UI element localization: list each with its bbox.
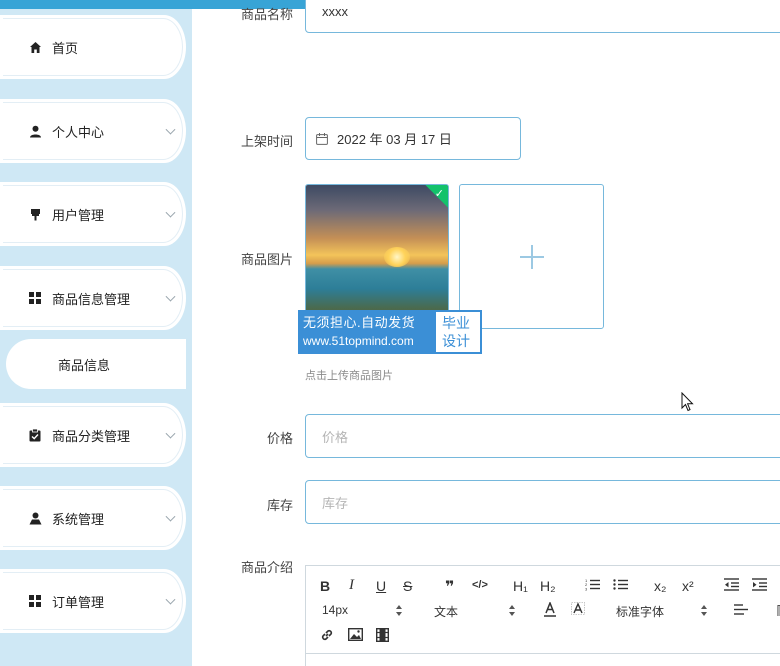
stock-placeholder: 库存 (322, 495, 349, 511)
strikethrough-button[interactable]: S (403, 578, 412, 594)
bold-button[interactable]: B (320, 578, 330, 594)
font-size-arrows-icon (396, 605, 402, 616)
home-icon (28, 40, 42, 54)
sidebar-item-personal-center[interactable]: 个人中心 (0, 99, 186, 163)
user-manage-icon (28, 207, 42, 221)
plus-icon (519, 244, 544, 269)
superscript-button[interactable]: x² (682, 578, 694, 594)
italic-button[interactable]: I (349, 577, 354, 594)
listing-time-value: 2022 年 03 月 17 日 (337, 132, 452, 147)
sidebar-item-category-management[interactable]: 商品分类管理 (0, 403, 186, 467)
font-size-select[interactable]: 14px (322, 603, 348, 617)
product-name-input[interactable]: xxxx (305, 0, 780, 33)
sidebar-item-label: 商品分类管理 (52, 428, 131, 444)
clipboard-icon (28, 428, 42, 442)
product-name-value: xxxx (322, 4, 348, 19)
uploaded-product-image[interactable]: ✓ (305, 184, 449, 326)
sidebar-item-label: 商品信息管理 (52, 291, 131, 307)
sidebar-item-label: 用户管理 (52, 207, 105, 223)
sidebar-item-label: 个人中心 (52, 124, 105, 140)
font-color-icon[interactable] (544, 602, 556, 617)
subscript-button[interactable]: x₂ (654, 578, 666, 594)
chevron-down-icon (165, 428, 176, 439)
image-icon[interactable] (348, 628, 363, 641)
chevron-down-icon (165, 124, 176, 135)
product-name-label: 商品名称 (240, 7, 293, 22)
font-family-select[interactable]: 标准字体 (616, 603, 664, 620)
text-direction-icon[interactable]: ⁋ (776, 603, 780, 619)
check-icon: ✓ (434, 188, 444, 200)
upload-tip: 点击上传商品图片 (305, 370, 393, 382)
listing-time-picker[interactable]: 2022 年 03 月 17 日 (305, 117, 521, 160)
image-upload-button[interactable] (459, 184, 604, 329)
background-color-icon[interactable] (571, 602, 585, 617)
calendar-icon (316, 132, 328, 145)
sunset-glow (384, 247, 410, 267)
block-type-select[interactable]: 文本 (434, 603, 458, 620)
stock-label: 库存 (266, 498, 293, 513)
person-icon (28, 511, 42, 525)
bullet-list-icon[interactable] (613, 578, 628, 591)
sidebar-item-home[interactable]: 首页 (0, 15, 186, 79)
chevron-down-icon (165, 291, 176, 302)
chevron-down-icon (165, 511, 176, 522)
sidebar-item-label: 订单管理 (52, 594, 105, 610)
svg-text:3: 3 (585, 587, 588, 592)
price-placeholder: 价格 (322, 429, 349, 445)
grid-icon (28, 291, 42, 305)
blockquote-icon[interactable]: ❞ (445, 577, 454, 597)
heading2-button[interactable]: H₂ (540, 578, 556, 594)
product-image-label: 商品图片 (240, 252, 293, 267)
sidebar-item-label: 首页 (52, 40, 79, 56)
video-icon[interactable] (376, 628, 389, 642)
mouse-cursor-icon (681, 391, 694, 415)
outdent-icon[interactable] (724, 578, 739, 591)
chevron-down-icon (165, 207, 176, 218)
sidebar-subitem-label: 商品信息 (58, 357, 111, 373)
watermark: 无须担心.自动发货 www.51topmind.com 毕业 设计 (298, 310, 482, 354)
code-block-icon[interactable]: </> (472, 579, 488, 591)
price-input[interactable]: 价格 (305, 414, 780, 458)
watermark-line2: www.51topmind.com (303, 334, 414, 348)
heading1-button[interactable]: H₁ (513, 578, 528, 594)
watermark-line1: 无须担心.自动发货 (303, 315, 416, 330)
align-left-icon[interactable] (734, 604, 748, 615)
rich-text-editor[interactable]: B I U S ❞ </> H₁ H₂ 123 x₂ x² 14px 文本 标准… (305, 565, 780, 666)
sidebar-item-system-management[interactable]: 系统管理 (0, 486, 186, 550)
grid-icon (28, 594, 42, 608)
chevron-down-icon (165, 594, 176, 605)
font-family-arrows-icon (701, 605, 707, 616)
editor-toolbar-divider (306, 653, 780, 654)
link-icon[interactable] (320, 628, 334, 642)
product-intro-label: 商品介绍 (240, 560, 293, 575)
watermark-badge-line1: 毕业 (442, 315, 470, 331)
sidebar-subitem-product-info[interactable]: 商品信息 (6, 339, 186, 389)
block-type-arrows-icon (509, 605, 515, 616)
price-label: 价格 (266, 431, 293, 446)
sidebar-item-user-management[interactable]: 用户管理 (0, 182, 186, 246)
listing-time-label: 上架时间 (240, 134, 293, 149)
stock-input[interactable]: 库存 (305, 480, 780, 524)
watermark-badge-line2: 设计 (442, 333, 470, 349)
seascape-thumbnail (306, 185, 448, 325)
user-icon (28, 124, 42, 138)
sidebar-item-order-management[interactable]: 订单管理 (0, 569, 186, 633)
indent-icon[interactable] (752, 578, 767, 591)
underline-button[interactable]: U (376, 578, 386, 594)
sidebar-item-product-info-management[interactable]: 商品信息管理 (0, 266, 186, 330)
sidebar-item-label: 系统管理 (52, 511, 105, 527)
sidebar: 首页 个人中心 用户管理 商品信息管理 商品信息 商品分类管理 系统管理 订单管… (0, 9, 192, 666)
ordered-list-icon[interactable]: 123 (585, 578, 600, 591)
